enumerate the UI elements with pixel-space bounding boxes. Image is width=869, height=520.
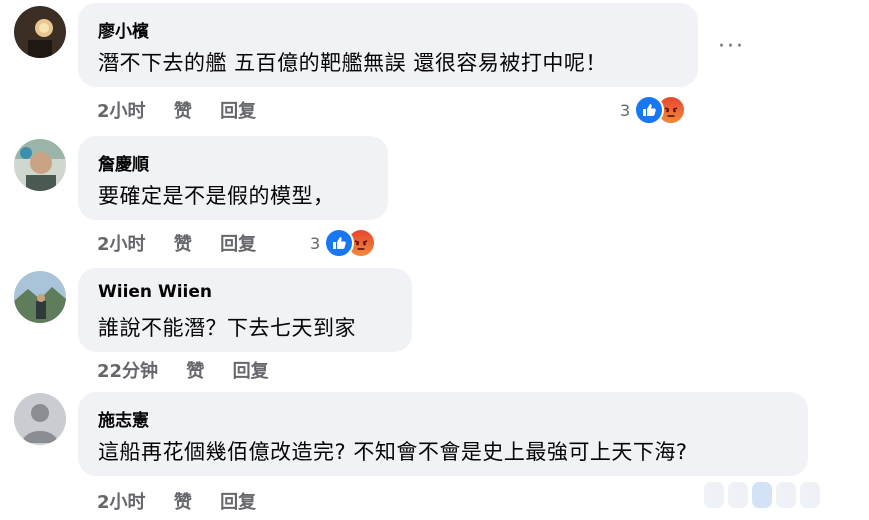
comment-text: 潛不下去的艦 五百億的靶艦無誤 還很容易被打中呢！ [98, 51, 607, 75]
comment-bubble: 廖小檳 潛不下去的艦 五百億的靶艦無誤 還很容易被打中呢！ [78, 3, 698, 87]
comment-timestamp[interactable]: 2小时 [97, 97, 146, 123]
comment-timestamp[interactable]: 2小时 [97, 488, 146, 514]
reaction-count: 3 [620, 100, 631, 120]
like-reaction-icon [324, 228, 355, 258]
comment-author[interactable]: 廖小檳 [98, 17, 149, 42]
comment-actions: 2小时 赞 回复 [97, 97, 278, 123]
reply-button[interactable]: 回复 [220, 230, 256, 256]
comment-author[interactable]: 詹慶順 [98, 150, 149, 175]
more-options-icon[interactable]: ··· [718, 34, 745, 59]
comment-author[interactable]: Wiien Wiien [98, 282, 212, 302]
avatar[interactable] [14, 6, 66, 58]
comment-actions: 2小时 赞 回复 [97, 488, 278, 514]
watermark-logo [704, 482, 820, 508]
comment-timestamp[interactable]: 22分钟 [97, 357, 158, 383]
comment-bubble: 詹慶順 要確定是不是假的模型， [78, 136, 388, 220]
reactions-summary[interactable]: 3 [310, 228, 377, 258]
like-reaction-icon [634, 95, 665, 125]
comment-text: 要確定是不是假的模型， [98, 184, 335, 208]
like-button[interactable]: 赞 [174, 97, 192, 123]
comment-bubble: 施志憲 這船再花個幾佰億改造完? 不知會不會是史上最強可上天下海? [78, 392, 808, 476]
like-button[interactable]: 赞 [174, 230, 192, 256]
comment-text: 誰說不能潛？下去七天到家 [98, 316, 356, 340]
reply-button[interactable]: 回复 [220, 97, 256, 123]
comment-actions: 22分钟 赞 回复 [97, 357, 291, 383]
reactions-summary[interactable]: 3 [620, 95, 687, 125]
comment-author[interactable]: 施志憲 [98, 406, 149, 431]
reply-button[interactable]: 回复 [220, 488, 256, 514]
reply-button[interactable]: 回复 [233, 357, 269, 383]
reaction-count: 3 [310, 233, 321, 253]
comment-timestamp[interactable]: 2小时 [97, 230, 146, 256]
comment-bubble: Wiien Wiien 誰說不能潛？下去七天到家 [78, 268, 412, 352]
default-avatar-icon[interactable] [14, 393, 66, 445]
like-button[interactable]: 赞 [174, 488, 192, 514]
avatar[interactable] [14, 271, 66, 323]
like-button[interactable]: 赞 [186, 357, 204, 383]
avatar[interactable] [14, 139, 66, 191]
comment-actions: 2小时 赞 回复 [97, 230, 278, 256]
comment-text: 這船再花個幾佰億改造完? 不知會不會是史上最強可上天下海? [98, 440, 688, 464]
